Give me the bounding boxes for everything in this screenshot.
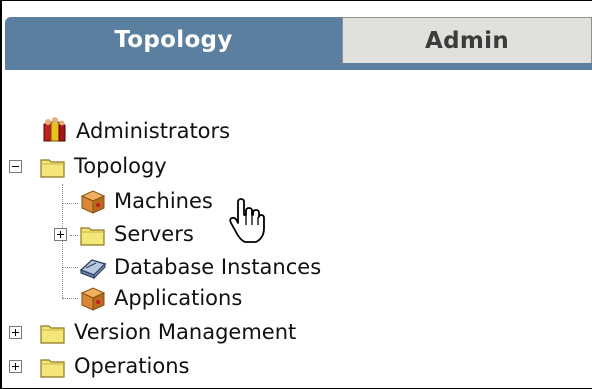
folder-icon: [38, 317, 68, 347]
tree-item-label: Version Management: [74, 320, 297, 344]
tree-item-label: Operations: [74, 354, 190, 378]
expand-toggle-version-management[interactable]: [9, 326, 22, 339]
tree-item-label: Servers: [114, 222, 194, 246]
tree-item-machines[interactable]: Machines: [78, 186, 213, 216]
navigation-tree: Administrators Topology Machines Servers…: [0, 0, 592, 389]
expand-toggle-operations[interactable]: [9, 360, 22, 373]
tree-item-label: Applications: [114, 286, 243, 310]
folder-icon: [78, 219, 108, 249]
tree-item-label: Administrators: [76, 119, 231, 143]
folder-icon: [38, 351, 68, 381]
tree-item-label: Topology: [74, 154, 167, 178]
tree-connector: [62, 184, 63, 298]
tree-item-topology[interactable]: Topology: [38, 151, 167, 181]
tree-item-database-instances[interactable]: Database Instances: [78, 252, 321, 282]
application-box-icon: [78, 283, 108, 313]
administrators-icon: [40, 116, 70, 146]
hand-cursor-icon: [228, 198, 266, 244]
tree-connector: [62, 298, 78, 299]
tree-item-version-management[interactable]: Version Management: [38, 317, 296, 347]
tree-item-operations[interactable]: Operations: [38, 351, 189, 381]
tree-item-servers[interactable]: Servers: [78, 219, 194, 249]
collapse-toggle-topology[interactable]: [9, 160, 22, 173]
folder-open-icon: [38, 151, 68, 181]
tree-item-label: Machines: [114, 189, 213, 213]
machine-box-icon: [78, 186, 108, 216]
tree-connector: [62, 267, 78, 268]
expand-toggle-servers[interactable]: [54, 228, 67, 241]
tree-connector: [70, 235, 78, 236]
tree-item-administrators[interactable]: Administrators: [40, 116, 230, 146]
tree-connector: [62, 203, 78, 204]
tree-item-label: Database Instances: [114, 255, 322, 279]
tree-item-applications[interactable]: Applications: [78, 283, 242, 313]
database-icon: [78, 252, 108, 282]
